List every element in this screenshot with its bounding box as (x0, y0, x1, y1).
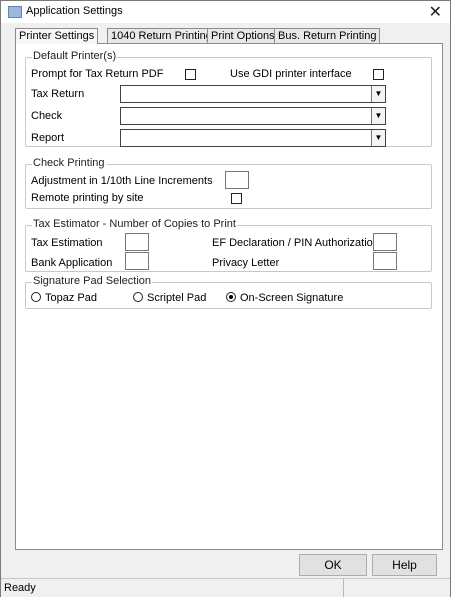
privacy-letter-label: Privacy Letter (212, 257, 280, 269)
printer-settings-panel: Default Printer(s) Prompt for Tax Return… (15, 43, 443, 550)
ef-declaration-input[interactable] (373, 233, 397, 251)
radio-topaz-pad[interactable]: Topaz Pad (31, 291, 97, 304)
bank-application-input[interactable] (125, 252, 149, 270)
check-printing-title: Check Printing (32, 157, 106, 169)
help-button[interactable]: Help (372, 554, 437, 576)
adjustment-input[interactable] (225, 171, 249, 189)
ok-button[interactable]: OK (299, 554, 367, 576)
radio-scriptel-pad[interactable]: Scriptel Pad (133, 291, 206, 304)
title-bar: Application Settings ✕ (1, 1, 450, 23)
tab-printer-settings[interactable]: Printer Settings (15, 28, 99, 44)
ef-declaration-label: EF Declaration / PIN Authorization (212, 237, 379, 249)
app-window-icon (8, 6, 22, 18)
chevron-down-icon[interactable]: ▼ (371, 108, 385, 124)
radio-scriptel-pad-label: Scriptel Pad (147, 292, 207, 304)
report-printer-select[interactable]: ▼ (120, 129, 386, 147)
tax-estimation-label: Tax Estimation (31, 237, 103, 249)
radio-on-screen-signature-label: On-Screen Signature (240, 292, 344, 304)
radio-scriptel-pad-circle[interactable] (133, 292, 143, 302)
status-text: Ready (4, 582, 36, 594)
default-printers-group: Default Printer(s) Prompt for Tax Return… (25, 50, 432, 147)
chevron-down-icon[interactable]: ▼ (371, 86, 385, 102)
tax-estimator-title: Tax Estimator - Number of Copies to Prin… (32, 218, 237, 230)
radio-on-screen-signature[interactable]: On-Screen Signature (226, 291, 343, 304)
radio-topaz-pad-circle[interactable] (31, 292, 41, 302)
gdi-label: Use GDI printer interface (230, 68, 352, 80)
privacy-letter-input[interactable] (373, 252, 397, 270)
tab-1040-return-printing[interactable]: 1040 Return Printing (107, 28, 216, 43)
radio-topaz-pad-label: Topaz Pad (45, 292, 97, 304)
tax-return-printer-select[interactable]: ▼ (120, 85, 386, 103)
report-label: Report (31, 132, 65, 144)
tax-estimation-input[interactable] (125, 233, 149, 251)
check-printing-group: Check Printing Adjustment in 1/10th Line… (25, 157, 432, 209)
application-settings-window: Application Settings ✕ Printer Settings … (0, 0, 451, 597)
radio-on-screen-signature-circle[interactable] (226, 292, 236, 302)
prompt-pdf-label: Prompt for Tax Return PDF (31, 68, 164, 80)
tab-bus-return-printing[interactable]: Bus. Return Printing (274, 28, 381, 43)
default-printers-title: Default Printer(s) (32, 50, 118, 62)
remote-printing-label: Remote printing by site (31, 192, 144, 204)
chevron-down-icon[interactable]: ▼ (371, 130, 385, 146)
tab-print-options[interactable]: Print Options (207, 28, 279, 43)
check-label: Check (31, 110, 63, 122)
remote-printing-checkbox[interactable] (231, 193, 242, 204)
signature-pad-title: Signature Pad Selection (32, 275, 153, 287)
prompt-pdf-checkbox[interactable] (185, 69, 196, 80)
tax-estimator-group: Tax Estimator - Number of Copies to Prin… (25, 218, 432, 272)
tax-return-label: Tax Return (31, 88, 85, 100)
signature-pad-group: Signature Pad Selection Topaz Pad Script… (25, 275, 432, 309)
close-icon[interactable]: ✕ (429, 2, 442, 22)
bank-application-label: Bank Application (31, 257, 113, 269)
check-printer-select[interactable]: ▼ (120, 107, 386, 125)
gdi-checkbox[interactable] (373, 69, 384, 80)
status-bar-divider (343, 579, 344, 597)
window-title: Application Settings (26, 5, 123, 17)
status-bar: Ready (1, 578, 450, 597)
adjustment-label: Adjustment in 1/10th Line Increments (31, 175, 213, 187)
